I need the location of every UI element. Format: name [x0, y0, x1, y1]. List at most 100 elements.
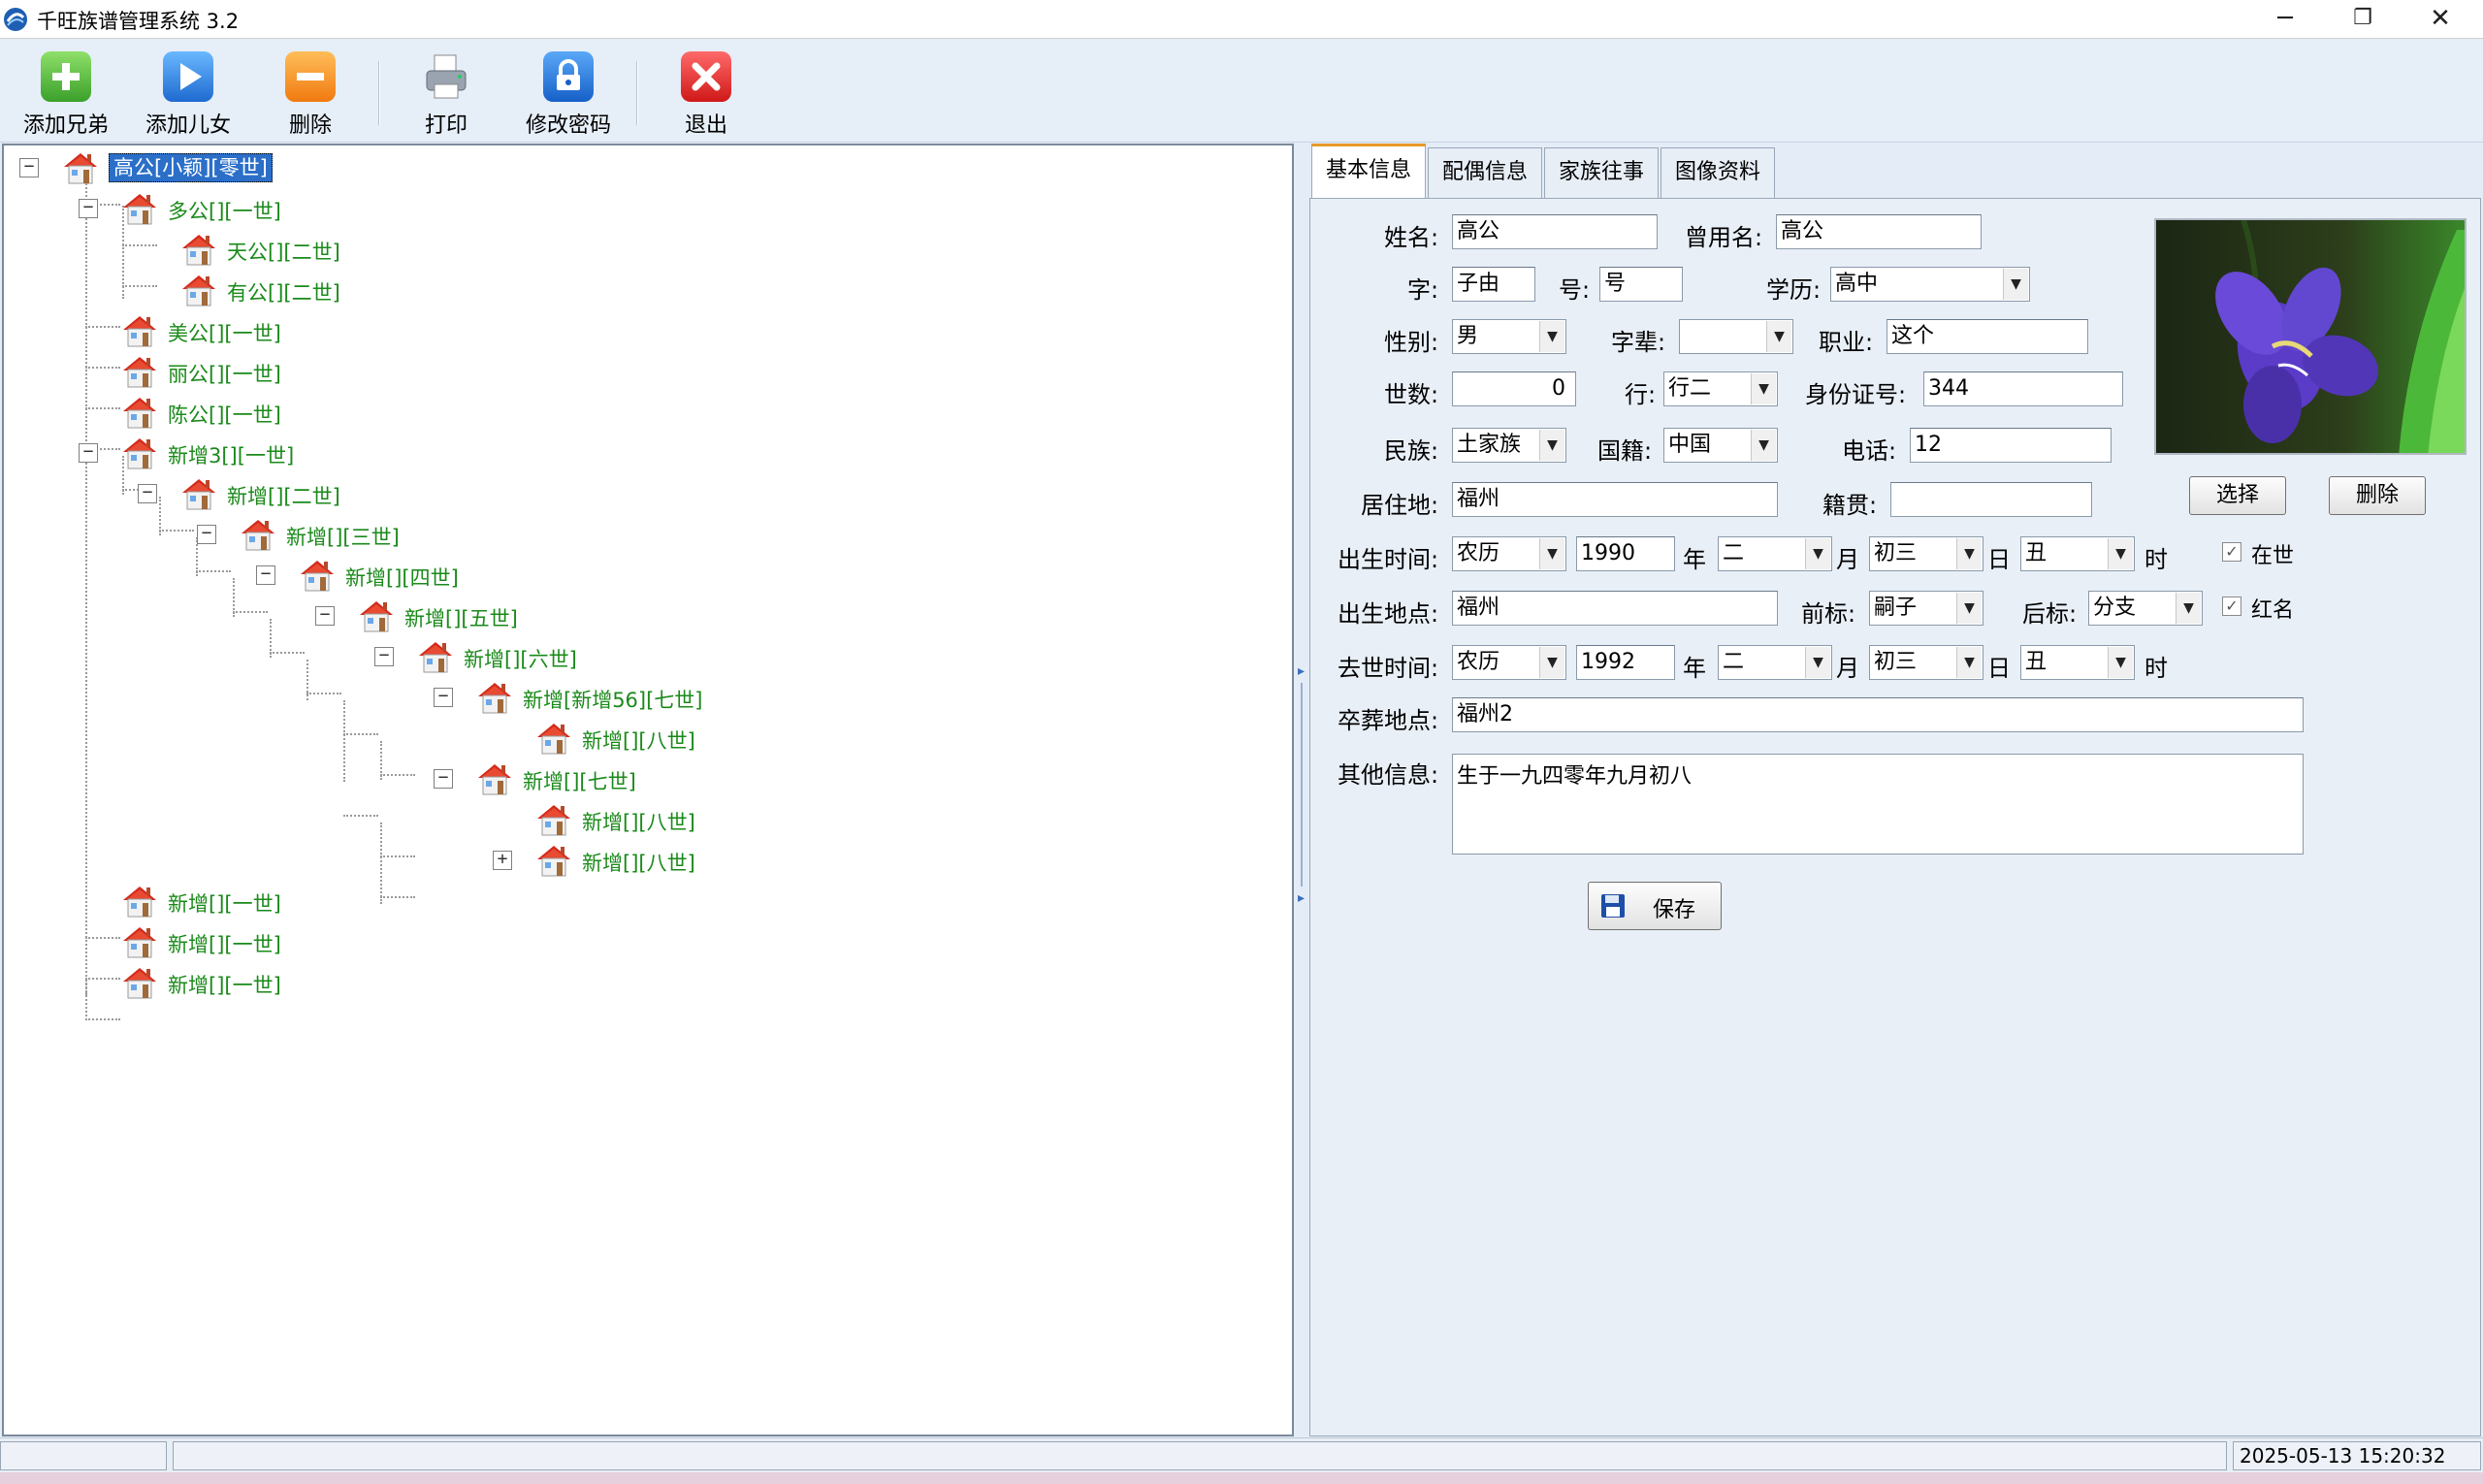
native-place-input[interactable]: [1890, 482, 2092, 517]
birth-place-input[interactable]: 福州: [1452, 591, 1778, 626]
tab-family-history[interactable]: 家族往事: [1544, 147, 1659, 198]
death-month-value: 二: [1723, 650, 1745, 674]
prefix-select[interactable]: 嗣子 ▼: [1869, 591, 1983, 626]
generation-name-select[interactable]: ▼: [1679, 319, 1793, 354]
collapse-node-icon[interactable]: −: [256, 565, 275, 585]
collapse-node-icon[interactable]: −: [197, 525, 216, 544]
burial-place-input[interactable]: 福州2: [1452, 697, 2304, 732]
maximize-button[interactable]: ❐: [2324, 0, 2402, 39]
tree-node[interactable]: − 新增3[][一世]: [4, 435, 1284, 471]
add-sibling-button[interactable]: 添加兄弟: [8, 48, 124, 139]
phone-input[interactable]: 12: [1910, 428, 2112, 463]
tree-node-label: 陈公[][一世]: [168, 403, 281, 427]
education-select[interactable]: 高中 ▼: [1830, 267, 2030, 302]
collapse-node-icon[interactable]: −: [79, 199, 98, 218]
tree-node[interactable]: − 新增[][六世]: [4, 638, 1284, 675]
exit-button[interactable]: 退出: [648, 48, 764, 139]
collapse-node-icon[interactable]: −: [374, 647, 394, 666]
tree-node[interactable]: 陈公[][一世]: [4, 394, 1284, 431]
nationality-select[interactable]: 中国 ▼: [1663, 428, 1778, 463]
phone-label: 电话:: [1842, 437, 1897, 465]
tree-node[interactable]: − 多公[][一世]: [4, 190, 1284, 227]
prefix-value: 嗣子: [1874, 596, 1918, 620]
birth-hour-select[interactable]: 丑 ▼: [2020, 536, 2135, 571]
family-tree-panel[interactable]: − 高公[小颖][零世] − 多公[][一世] 天公[][二世] 有公[][二世] 美公[]…: [2, 144, 1294, 1436]
death-month-select[interactable]: 二 ▼: [1718, 645, 1832, 680]
tree-node[interactable]: − 新增[新增56][七世]: [4, 679, 1284, 716]
residence-input[interactable]: 福州: [1452, 482, 1778, 517]
tree-node-root[interactable]: − 高公[小颖][零世]: [4, 149, 1284, 186]
tree-node[interactable]: 天公[][二世]: [4, 231, 1284, 268]
death-calendar-select[interactable]: 农历 ▼: [1452, 645, 1566, 680]
zi-input[interactable]: 子由: [1452, 267, 1535, 302]
birth-month-select[interactable]: 二 ▼: [1718, 536, 1832, 571]
tree-node[interactable]: 有公[][二世]: [4, 272, 1284, 308]
delete-photo-button[interactable]: 删除: [2329, 476, 2426, 515]
former-name-input[interactable]: 高公: [1776, 214, 1982, 249]
panel-splitter[interactable]: ▸ ▸: [1296, 144, 1309, 1436]
collapse-node-icon[interactable]: −: [138, 484, 157, 503]
ethnicity-select[interactable]: 土家族 ▼: [1452, 428, 1566, 463]
house-icon: [119, 394, 160, 431]
add-child-button[interactable]: 添加儿女: [130, 48, 246, 139]
name-input[interactable]: 高公: [1452, 214, 1658, 249]
house-icon: [60, 149, 101, 186]
collapse-node-icon[interactable]: −: [315, 606, 335, 626]
delete-node-button[interactable]: 删除: [252, 48, 369, 139]
chevron-down-icon: ▼: [2176, 593, 2201, 624]
alive-checkbox[interactable]: ✓: [2222, 542, 2241, 562]
tree-node[interactable]: 新增[][八世]: [4, 801, 1284, 838]
tree-node-label: 新增[][一世]: [168, 892, 281, 916]
tab-basic-info[interactable]: 基本信息: [1311, 144, 1426, 200]
close-icon: [681, 51, 731, 102]
tab-image-data[interactable]: 图像资料: [1661, 147, 1775, 198]
birth-calendar-select[interactable]: 农历 ▼: [1452, 536, 1566, 571]
death-hour-select[interactable]: 丑 ▼: [2020, 645, 2135, 680]
tab-spouse-info[interactable]: 配偶信息: [1428, 147, 1542, 198]
other-info-textarea[interactable]: 生于一九四零年九月初八: [1452, 754, 2304, 855]
suffix-label: 后标:: [2022, 600, 2078, 628]
hao-input[interactable]: 号: [1599, 267, 1683, 302]
birth-day-select[interactable]: 初三 ▼: [1869, 536, 1983, 571]
tree-node[interactable]: − 新增[][四世]: [4, 557, 1284, 594]
collapse-node-icon[interactable]: −: [434, 769, 453, 789]
generation-input[interactable]: 0: [1452, 371, 1576, 406]
tree-node[interactable]: − 新增[][二世]: [4, 475, 1284, 512]
collapse-node-icon[interactable]: −: [79, 443, 98, 463]
chevron-down-icon: ▼: [1956, 593, 1982, 624]
red-name-checkbox[interactable]: ✓: [2222, 597, 2241, 616]
death-day-select[interactable]: 初三 ▼: [1869, 645, 1983, 680]
tree-node[interactable]: − 新增[][七世]: [4, 760, 1284, 797]
tree-node[interactable]: 新增[][一世]: [4, 964, 1284, 1001]
tree-node[interactable]: + 新增[][八世]: [4, 842, 1284, 879]
id-number-input[interactable]: 344: [1923, 371, 2123, 406]
collapse-node-icon[interactable]: −: [434, 688, 453, 707]
suffix-select[interactable]: 分支 ▼: [2088, 591, 2203, 626]
save-label: 保存: [1653, 898, 1696, 922]
title-bar: 千旺族谱管理系统 3.2 ─ ❐ ✕: [0, 0, 2483, 39]
print-button[interactable]: 打印: [388, 48, 504, 139]
tree-node[interactable]: − 新增[][五世]: [4, 597, 1284, 634]
tree-node[interactable]: 新增[][一世]: [4, 923, 1284, 960]
collapse-node-icon[interactable]: −: [19, 158, 39, 177]
tree-node[interactable]: 美公[][一世]: [4, 312, 1284, 349]
birth-year-input[interactable]: 1990: [1576, 536, 1675, 571]
tree-node[interactable]: 丽公[][一世]: [4, 353, 1284, 390]
death-year-input[interactable]: 1992: [1576, 645, 1675, 680]
save-button[interactable]: 保存: [1588, 882, 1722, 930]
minimize-button[interactable]: ─: [2246, 0, 2324, 39]
collapse-arrow-icon[interactable]: ▸: [1298, 663, 1306, 679]
expand-node-icon[interactable]: +: [493, 851, 512, 870]
close-window-button[interactable]: ✕: [2402, 0, 2479, 39]
change-password-button[interactable]: 修改密码: [510, 48, 627, 139]
select-photo-button[interactable]: 选择: [2189, 476, 2286, 515]
tree-node-label: 天公[][二世]: [227, 241, 340, 264]
expand-arrow-icon[interactable]: ▸: [1298, 890, 1306, 906]
rank-select[interactable]: 行二 ▼: [1663, 371, 1778, 406]
basic-info-form: 姓名: 高公 曾用名: 高公 字: 子由 号: 号 学历: 高中 ▼ 性别: 男…: [1309, 198, 2481, 1436]
tree-node[interactable]: − 新增[][三世]: [4, 516, 1284, 553]
tree-node[interactable]: 新增[][八世]: [4, 720, 1284, 757]
occupation-input[interactable]: 这个: [1886, 319, 2088, 354]
tree-node[interactable]: 新增[][一世]: [4, 883, 1284, 919]
gender-select[interactable]: 男 ▼: [1452, 319, 1566, 354]
